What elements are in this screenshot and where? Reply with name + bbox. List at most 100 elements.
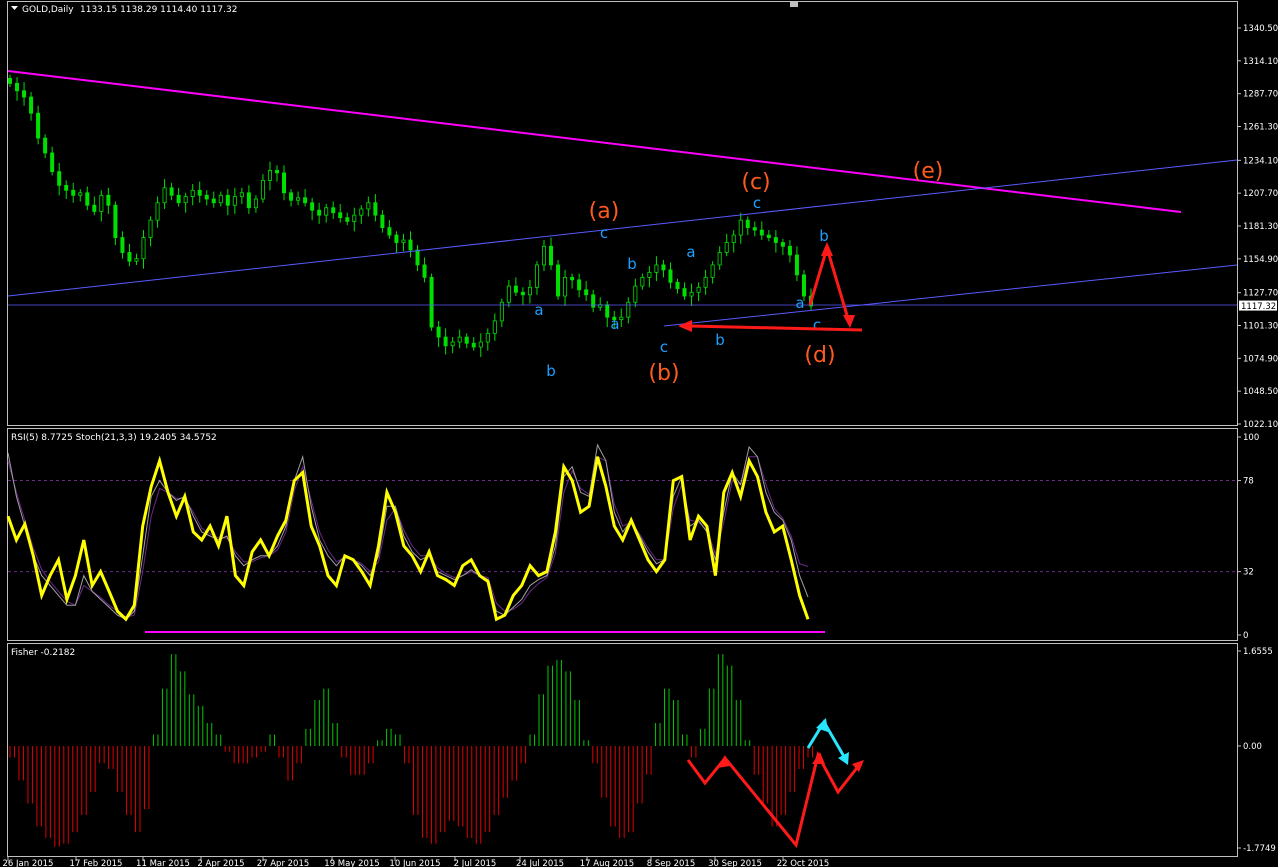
candle-body [556, 264, 561, 297]
date-tick-label: 19 May 2015 [324, 859, 379, 867]
candle-body [394, 234, 399, 243]
candle-body [303, 197, 308, 204]
dropdown-triangle-icon[interactable] [11, 6, 18, 10]
price-panel-frame [7, 1, 1238, 426]
candle-body [696, 286, 701, 293]
candle-body [71, 189, 76, 196]
date-tick-label: 8 Sep 2015 [647, 859, 695, 867]
fisher-histogram: 1.6555 0.00 -1.7749 [9, 647, 1276, 854]
candle-body [134, 258, 139, 262]
candle-body [759, 229, 764, 236]
wave-label-minor: b [546, 362, 556, 380]
candle-body [661, 264, 666, 271]
candle-body [246, 192, 251, 209]
price-tick-label: 1154.90 [1243, 255, 1278, 265]
candle-body [85, 192, 90, 206]
shift-marker[interactable] [790, 1, 798, 7]
candle-body [703, 276, 708, 288]
candle-body [190, 189, 195, 197]
fisher-tick-label: -1.7749 [1243, 844, 1276, 854]
candle-body [267, 170, 272, 181]
price-tick-label: 1074.90 [1243, 354, 1278, 364]
candle-body [204, 194, 209, 200]
candle-body [640, 276, 645, 287]
price-tick-label: 1287.70 [1243, 90, 1278, 100]
candle-body [7, 77, 12, 84]
candle-body [148, 219, 153, 238]
candle-body [787, 245, 792, 256]
candle-body [106, 194, 111, 206]
candle-body [373, 202, 378, 216]
candle-body [359, 208, 364, 216]
red-projection-arrow [808, 242, 851, 323]
fisher-panel-frame [7, 643, 1238, 857]
candle-body [366, 202, 371, 210]
date-tick-label: 11 Mar 2015 [136, 859, 190, 867]
price-tick-label: 1234.10 [1243, 156, 1278, 166]
candle-body [289, 192, 294, 201]
candle-body [492, 320, 497, 334]
candle-body [408, 239, 413, 251]
candle-body [401, 239, 406, 243]
candle-body [380, 214, 385, 229]
candle-body [485, 332, 490, 343]
candle-body [274, 170, 279, 174]
price-tick-label: 1340.50 [1243, 24, 1278, 34]
osc-tick-label: 0 [1243, 631, 1248, 641]
candle-body [92, 204, 97, 212]
candle-body [752, 227, 757, 231]
candle-body [211, 198, 216, 204]
candle-body [549, 245, 554, 266]
candle-body [415, 249, 420, 266]
candle-body [141, 237, 146, 260]
candle-body [766, 234, 771, 238]
wave-label-minor: a [610, 315, 619, 333]
price-tick-label: 1207.70 [1243, 189, 1278, 199]
current-price-label: 1117.32 [1241, 302, 1276, 312]
wave-label-minor: c [753, 194, 761, 212]
candle-body [155, 202, 160, 221]
candle-body [352, 214, 357, 222]
rsi-stoch-series: 100 78 32 0 [6, 433, 1259, 641]
candle-body [654, 264, 659, 273]
candle-body [527, 286, 532, 296]
candle-body [50, 152, 55, 173]
wave-label-major: (c) [741, 170, 770, 195]
candle-body [176, 194, 181, 204]
candle-body [780, 242, 785, 247]
candle-body [794, 254, 799, 276]
candle-body [745, 219, 750, 229]
osc-panel-frame [7, 428, 1238, 641]
candle-body [36, 112, 41, 139]
fisher-panel-label: Fisher -0.2182 [11, 648, 75, 658]
price-axis: 1340.50 1314.10 1287.70 1261.30 1234.10 1207.… [1237, 24, 1278, 430]
candle-body [457, 336, 462, 343]
wave-label-minor: c [660, 338, 668, 356]
date-axis: 26 Jan 2015 17 Feb 2015 11 Mar 2015 2 Apr 2… [3, 857, 830, 867]
price-tick-label: 1022.10 [1243, 420, 1278, 430]
candle-body [570, 276, 575, 281]
wave-label-minor: c [813, 316, 821, 334]
candle-body [577, 279, 582, 291]
red-arrow-head-left [678, 320, 692, 332]
candle-body [436, 326, 441, 338]
date-tick-label: 2 Apr 2015 [197, 859, 244, 867]
candle-body [127, 252, 132, 262]
date-tick-label: 17 Feb 2015 [70, 859, 123, 867]
red-support-arrow [689, 324, 863, 332]
candle-body [260, 179, 265, 200]
candle-body [239, 192, 244, 197]
candle-body [183, 196, 188, 204]
wave-label-major: (b) [648, 361, 679, 386]
candle-body [773, 237, 778, 243]
date-tick-label: 22 Oct 2015 [777, 859, 830, 867]
candle-body [78, 192, 83, 196]
price-tick-label: 1314.10 [1243, 57, 1278, 67]
wave-label-minor: c [600, 224, 608, 242]
candle-body [563, 276, 568, 297]
candle-body [310, 202, 315, 211]
candle-body [633, 285, 638, 303]
price-tick-label: 1261.30 [1243, 123, 1278, 133]
candle-body [506, 285, 511, 303]
chart-canvas: GOLD,Daily 1133.15 1138.29 1114.40 1117.… [3, 1, 1278, 867]
